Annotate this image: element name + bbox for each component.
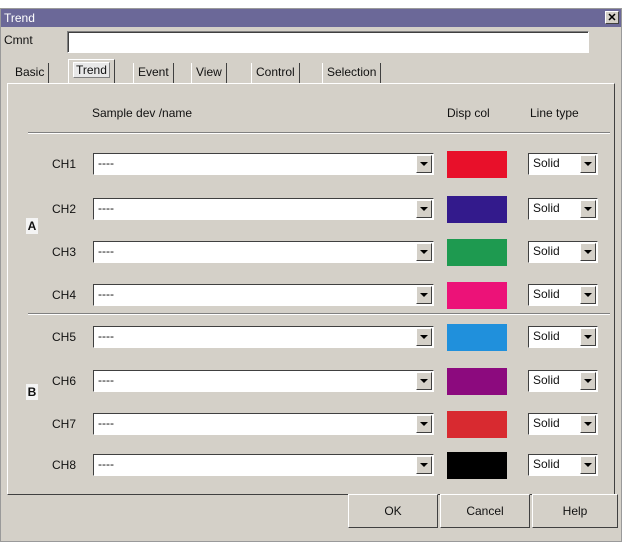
ch3-label: CH3 — [52, 245, 77, 259]
header-sample-dev: Sample dev /name — [92, 106, 193, 120]
ch4-label: CH4 — [52, 288, 77, 302]
ch1-sample-dev-combo[interactable]: ---- — [93, 153, 434, 175]
chevron-down-icon[interactable] — [580, 286, 596, 304]
ch7-line-type-value: Solid — [533, 416, 560, 430]
ch6-sample-dev-combo[interactable]: ---- — [93, 370, 434, 392]
ok-button[interactable]: OK — [348, 494, 438, 528]
ch1-color-swatch[interactable] — [447, 151, 507, 178]
chevron-down-icon[interactable] — [416, 243, 432, 261]
ch3-color-swatch[interactable] — [447, 239, 507, 266]
chevron-down-icon[interactable] — [416, 456, 432, 474]
ch3-line-type-value: Solid — [533, 244, 560, 258]
ch5-label: CH5 — [52, 330, 77, 344]
ch7-sample-dev-value: ---- — [98, 416, 114, 430]
ch8-sample-dev-value: ---- — [98, 457, 114, 471]
ch1-sample-dev-value: ---- — [98, 156, 114, 170]
ch4-sample-dev-combo[interactable]: ---- — [93, 284, 434, 306]
comment-input[interactable] — [67, 31, 589, 53]
ch8-line-type-combo[interactable]: Solid — [528, 454, 598, 476]
header-disp-col: Disp col — [447, 106, 490, 120]
ch5-line-type-value: Solid — [533, 329, 560, 343]
ch3-sample-dev-value: ---- — [98, 244, 114, 258]
tab-basic[interactable]: Basic — [11, 63, 50, 83]
ch7-sample-dev-combo[interactable]: ---- — [93, 413, 434, 435]
ch6-line-type-combo[interactable]: Solid — [528, 370, 598, 392]
ch8-color-swatch[interactable] — [447, 452, 507, 479]
ch6-line-type-value: Solid — [533, 373, 560, 387]
ch6-color-swatch[interactable] — [447, 368, 507, 395]
divider-middle — [28, 313, 610, 315]
chevron-down-icon[interactable] — [580, 155, 596, 173]
chevron-down-icon[interactable] — [580, 372, 596, 390]
tab-trend[interactable]: Trend — [68, 59, 115, 83]
group-b-label: B — [26, 384, 38, 400]
tab-trend-label: Trend — [73, 62, 110, 78]
tab-selection[interactable]: Selection — [322, 63, 382, 83]
ch5-color-swatch[interactable] — [447, 324, 507, 351]
chevron-down-icon[interactable] — [580, 243, 596, 261]
ch2-line-type-combo[interactable]: Solid — [528, 198, 598, 220]
cancel-button[interactable]: Cancel — [440, 494, 530, 528]
ch3-line-type-combo[interactable]: Solid — [528, 241, 598, 263]
chevron-down-icon[interactable] — [416, 328, 432, 346]
ch8-label: CH8 — [52, 458, 77, 472]
close-icon[interactable]: ✕ — [605, 11, 619, 24]
chevron-down-icon[interactable] — [580, 456, 596, 474]
ch8-sample-dev-combo[interactable]: ---- — [93, 454, 434, 476]
tab-view[interactable]: View — [191, 63, 227, 83]
help-button[interactable]: Help — [532, 494, 618, 528]
chevron-down-icon[interactable] — [416, 415, 432, 433]
ch7-color-swatch[interactable] — [447, 411, 507, 438]
chevron-down-icon[interactable] — [580, 328, 596, 346]
ch2-label: CH2 — [52, 202, 77, 216]
chevron-down-icon[interactable] — [416, 372, 432, 390]
chevron-down-icon[interactable] — [416, 155, 432, 173]
ch7-label: CH7 — [52, 417, 77, 431]
chevron-down-icon[interactable] — [416, 286, 432, 304]
tab-bar: Basic Trend Event View Control Selection — [1, 59, 621, 83]
chevron-down-icon[interactable] — [580, 415, 596, 433]
ch1-label: CH1 — [52, 157, 77, 171]
ch1-line-type-value: Solid — [533, 156, 560, 170]
header-line-type: Line type — [530, 106, 579, 120]
ch4-sample-dev-value: ---- — [98, 287, 114, 301]
ch4-line-type-combo[interactable]: Solid — [528, 284, 598, 306]
window-title: Trend — [4, 11, 35, 25]
ch4-line-type-value: Solid — [533, 287, 560, 301]
ch6-label: CH6 — [52, 374, 77, 388]
ch2-sample-dev-value: ---- — [98, 201, 114, 215]
chevron-down-icon[interactable] — [416, 200, 432, 218]
tab-event[interactable]: Event — [133, 63, 174, 83]
ch5-sample-dev-combo[interactable]: ---- — [93, 326, 434, 348]
tab-control[interactable]: Control — [251, 63, 300, 83]
ch8-line-type-value: Solid — [533, 457, 560, 471]
ch2-sample-dev-combo[interactable]: ---- — [93, 198, 434, 220]
ch1-line-type-combo[interactable]: Solid — [528, 153, 598, 175]
ch6-sample-dev-value: ---- — [98, 373, 114, 387]
title-bar: Trend ✕ — [1, 9, 621, 27]
divider-top — [28, 132, 610, 134]
comment-label: Cmnt — [4, 33, 33, 47]
chevron-down-icon[interactable] — [580, 200, 596, 218]
ch5-sample-dev-value: ---- — [98, 329, 114, 343]
group-a-label: A — [26, 218, 38, 234]
ch3-sample-dev-combo[interactable]: ---- — [93, 241, 434, 263]
ch7-line-type-combo[interactable]: Solid — [528, 413, 598, 435]
ch2-line-type-value: Solid — [533, 201, 560, 215]
ch5-line-type-combo[interactable]: Solid — [528, 326, 598, 348]
ch4-color-swatch[interactable] — [447, 282, 507, 309]
ch2-color-swatch[interactable] — [447, 196, 507, 223]
